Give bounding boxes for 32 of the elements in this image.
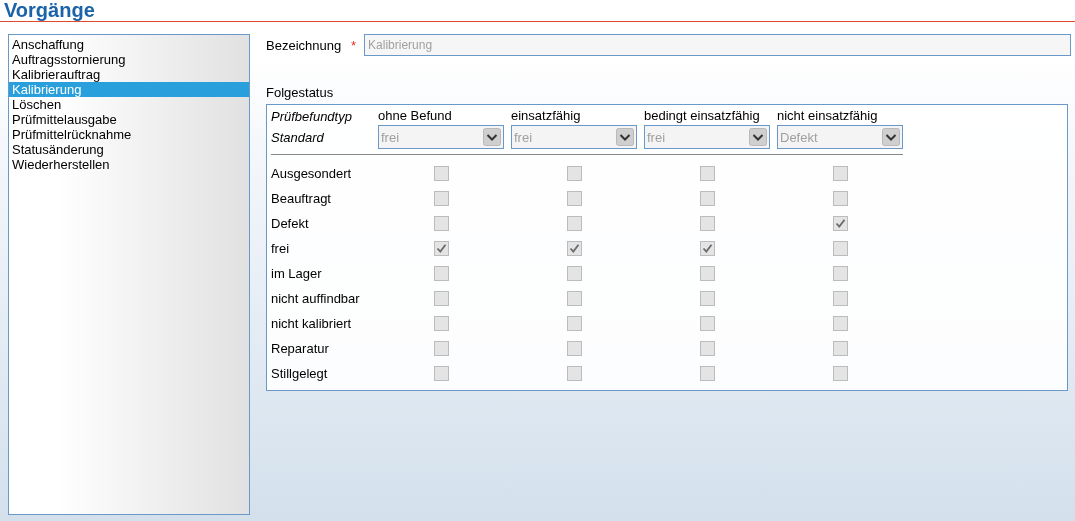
column-header: bedingt einsatzfähig xyxy=(644,108,761,124)
column-header: ohne Befund xyxy=(378,108,453,124)
caret-icon xyxy=(749,128,767,146)
column-header: einsatzfähig xyxy=(511,108,582,124)
status-label: nicht auffindbar xyxy=(271,290,361,308)
section-title: Folgestatus xyxy=(266,85,334,100)
status-label: nicht kalibriert xyxy=(271,315,353,333)
row-header: Prüfbefundtyp xyxy=(271,108,353,124)
list-item[interactable]: Löschen xyxy=(9,97,249,112)
column-header: nicht einsatzfähig xyxy=(777,108,879,124)
status-label: Defekt xyxy=(271,215,310,233)
status-label: Reparatur xyxy=(271,340,330,358)
page-title: Vorgänge xyxy=(0,0,1075,22)
list-item[interactable]: Auftragsstornierung xyxy=(9,52,249,67)
row-header: Standard xyxy=(271,129,325,145)
caret-icon xyxy=(483,128,501,146)
list-item[interactable]: Prüfmittelausgabe xyxy=(9,112,249,127)
list-item[interactable]: Wiederherstellen xyxy=(9,157,249,172)
field-label: Bezeichnung xyxy=(266,37,343,53)
caret-icon xyxy=(616,128,634,146)
status-label: Stillgelegt xyxy=(271,365,329,383)
status-label: frei xyxy=(271,240,291,258)
status-label: Beauftragt xyxy=(271,190,332,208)
status-label: im Lager xyxy=(271,265,323,283)
bezeichnung-field[interactable]: Kalibrierung xyxy=(364,34,1071,56)
list-item[interactable]: Prüfmittelrücknahme xyxy=(9,127,249,142)
caret-icon xyxy=(882,128,900,146)
list-item[interactable]: Anschaffung xyxy=(9,37,249,52)
list-item[interactable]: Statusänderung xyxy=(9,142,249,157)
list-item[interactable]: Kalibrierauftrag xyxy=(9,67,249,82)
required-mark: * xyxy=(351,37,357,53)
status-label: Ausgesondert xyxy=(271,165,353,183)
